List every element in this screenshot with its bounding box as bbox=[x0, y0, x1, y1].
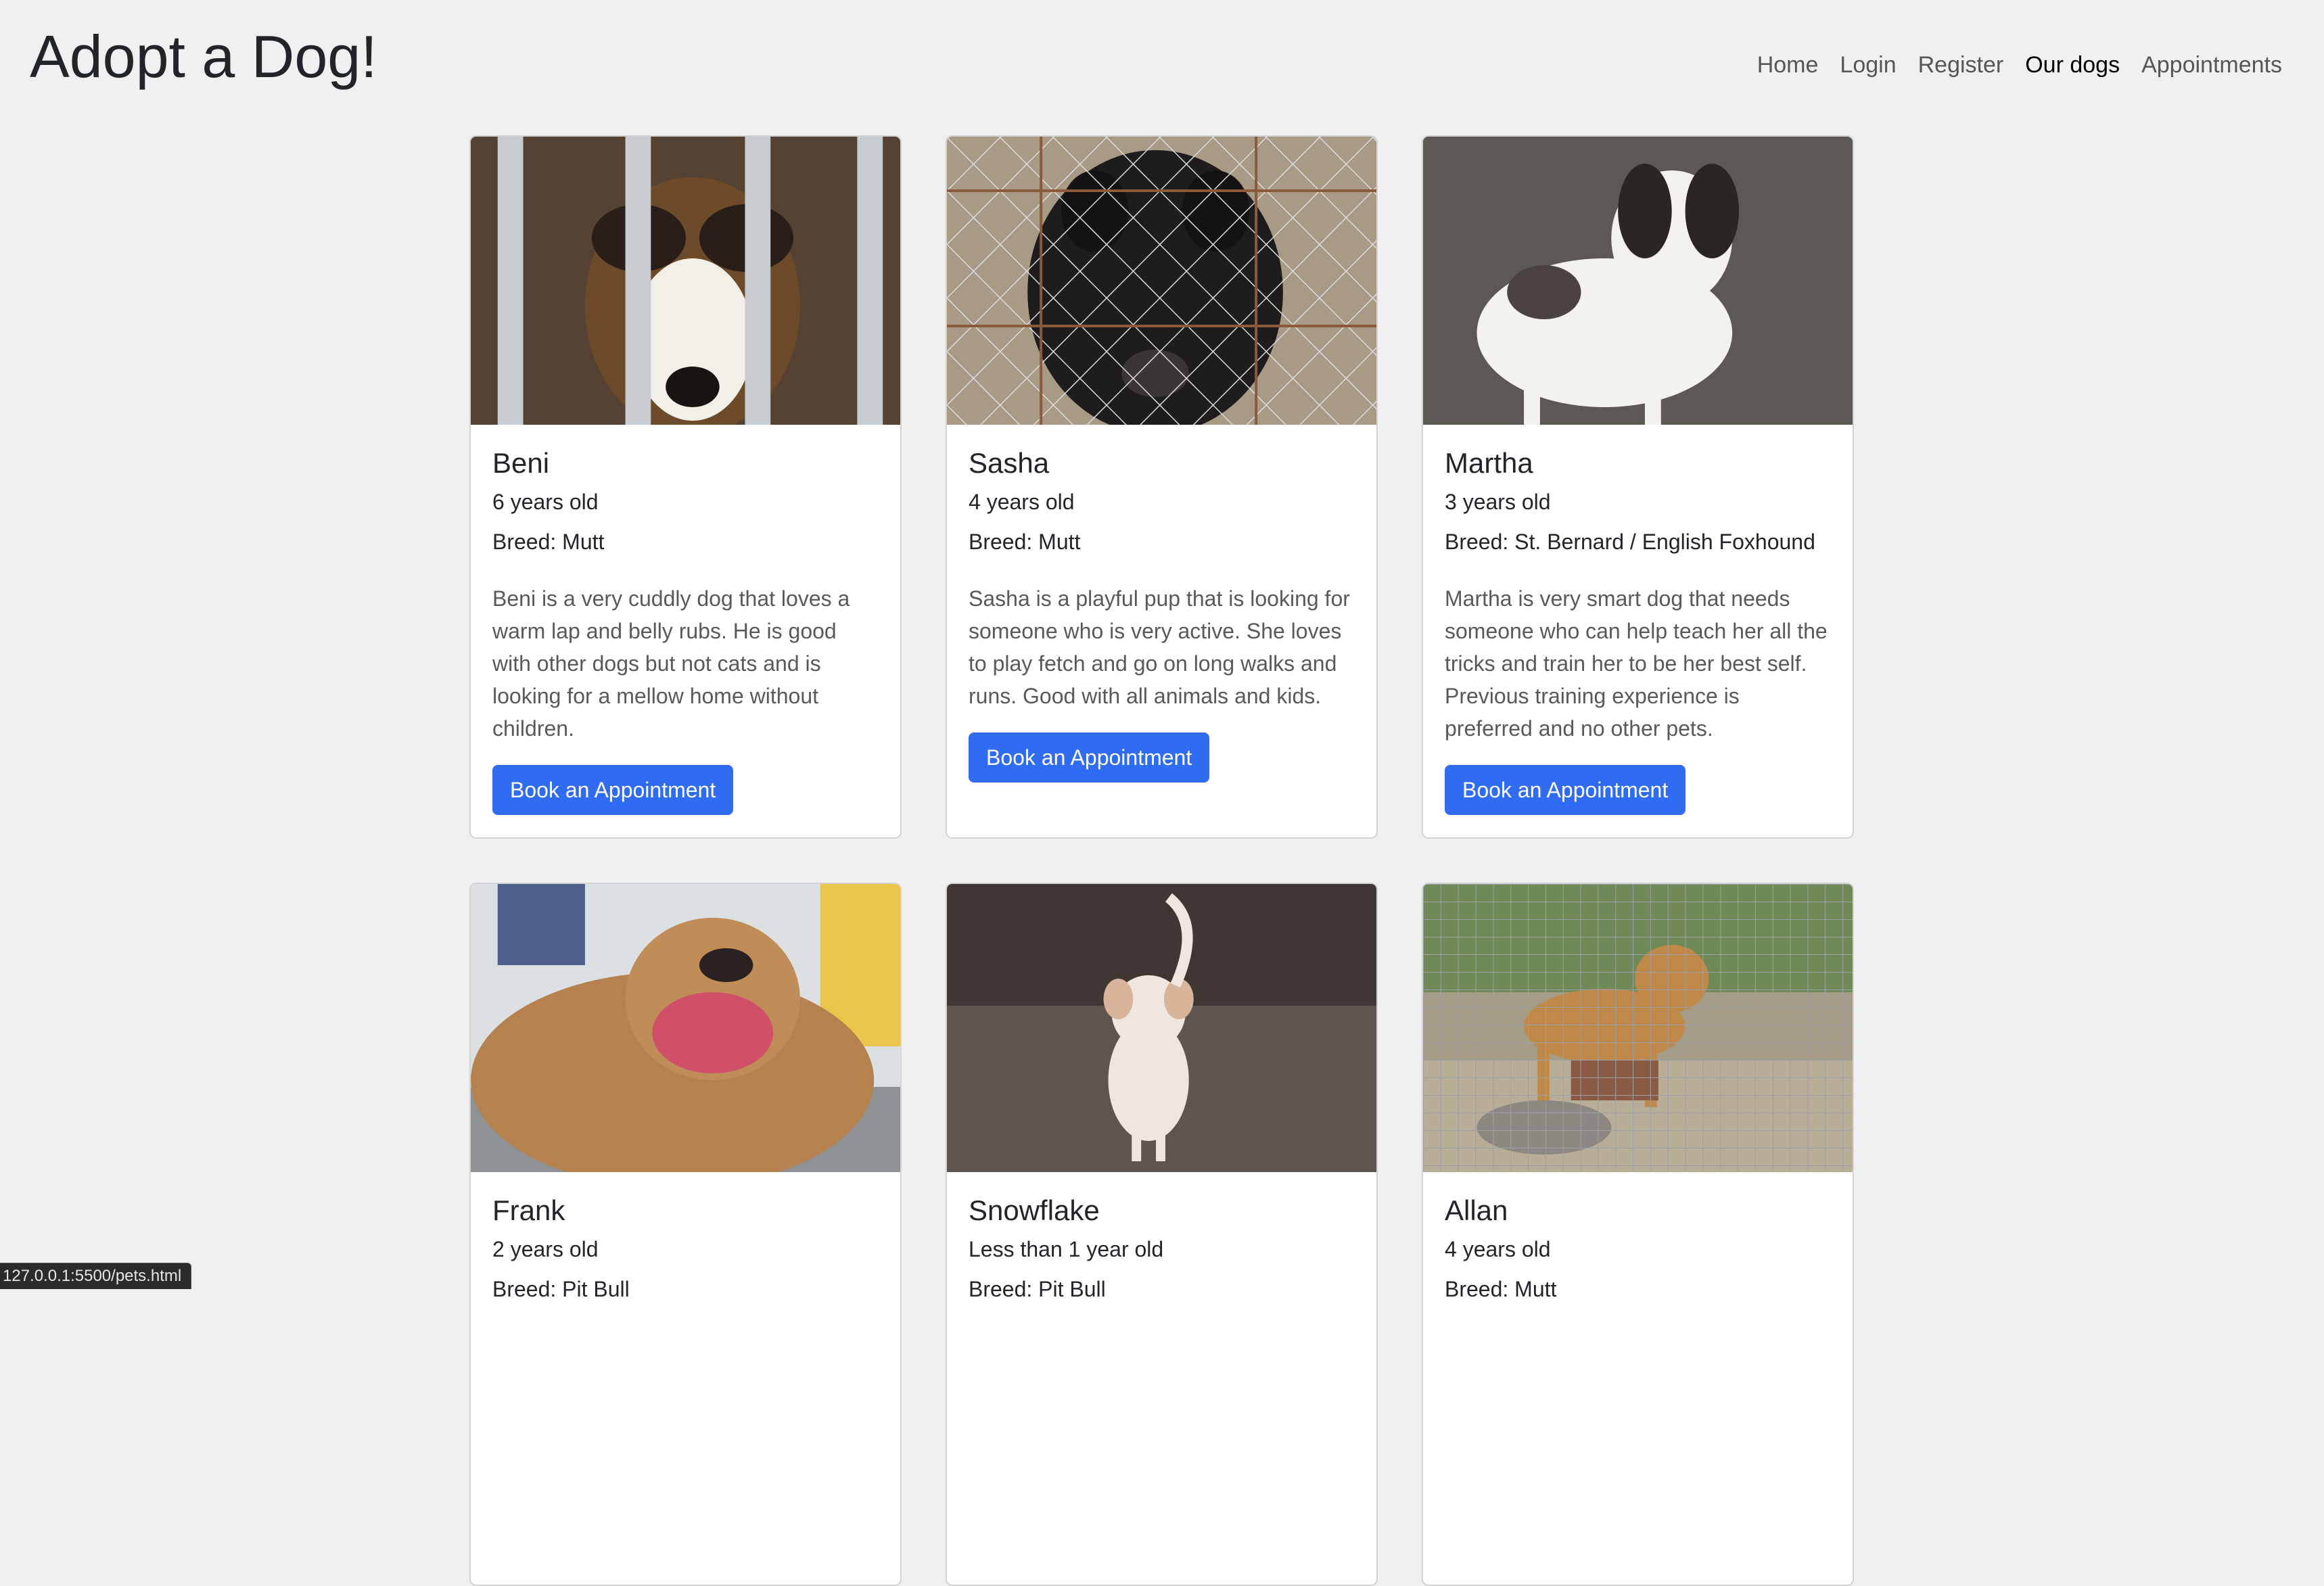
dog-name: Frank bbox=[492, 1194, 565, 1226]
dog-photo bbox=[947, 137, 1376, 425]
dog-breed: Breed: St. Bernard / English Foxhound bbox=[1445, 530, 1815, 554]
dog-description: Sasha is a playful pup that is looking f… bbox=[969, 586, 1350, 708]
nav-our-dogs-link[interactable]: Our dogs bbox=[2025, 49, 2120, 81]
dog-card: Frank 2 years old Breed: Pit Bull bbox=[469, 883, 902, 1586]
dog-age: 2 years old bbox=[492, 1237, 599, 1261]
dog-age: Less than 1 year old bbox=[969, 1237, 1164, 1261]
dog-card: Snowflake Less than 1 year old Breed: Pi… bbox=[946, 883, 1378, 1586]
status-bar-url: 127.0.0.1:5500/pets.html bbox=[0, 1263, 192, 1289]
nav-register-link[interactable]: Register bbox=[1918, 49, 2004, 81]
book-appointment-button[interactable]: Book an Appointment bbox=[1445, 765, 1686, 815]
nav-appointments-link[interactable]: Appointments bbox=[2141, 49, 2282, 81]
dog-card: Allan 4 years old Breed: Mutt bbox=[1422, 883, 1854, 1586]
dog-age: 6 years old bbox=[492, 490, 599, 514]
dog-card: Sasha 4 years old Breed: Mutt Sasha is a… bbox=[946, 135, 1378, 839]
site-title: Adopt a Dog! bbox=[30, 23, 377, 90]
dog-breed: Breed: Mutt bbox=[1445, 1277, 1557, 1301]
dog-age: 4 years old bbox=[1445, 1237, 1551, 1261]
dog-breed: Breed: Pit Bull bbox=[969, 1277, 1106, 1301]
dog-breed: Breed: Mutt bbox=[969, 530, 1081, 554]
dog-photo bbox=[471, 884, 900, 1172]
dog-age: 3 years old bbox=[1445, 490, 1551, 514]
book-appointment-button[interactable]: Book an Appointment bbox=[492, 765, 734, 815]
dog-name: Allan bbox=[1445, 1194, 1508, 1226]
card-body: Allan 4 years old Breed: Mutt bbox=[1423, 1172, 1853, 1336]
card-body: Martha 3 years old Breed: St. Bernard / … bbox=[1423, 425, 1853, 837]
dog-breed: Breed: Pit Bull bbox=[492, 1277, 630, 1301]
dog-breed: Breed: Mutt bbox=[492, 530, 605, 554]
dog-card: Martha 3 years old Breed: St. Bernard / … bbox=[1422, 135, 1854, 839]
dog-card: Beni 6 years old Breed: Mutt Beni is a v… bbox=[469, 135, 902, 839]
card-body: Snowflake Less than 1 year old Breed: Pi… bbox=[947, 1172, 1376, 1336]
dog-name: Martha bbox=[1445, 447, 1533, 479]
main-nav: Home Login Register Our dogs Appointment… bbox=[1757, 49, 2282, 81]
dog-age: 4 years old bbox=[969, 490, 1075, 514]
dog-description: Martha is very smart dog that needs some… bbox=[1445, 586, 1828, 741]
dog-photo bbox=[1423, 884, 1853, 1172]
dog-photo bbox=[1423, 137, 1853, 425]
dog-description: Beni is a very cuddly dog that loves a w… bbox=[492, 586, 850, 741]
nav-login-link[interactable]: Login bbox=[1840, 49, 1896, 81]
card-body: Frank 2 years old Breed: Pit Bull bbox=[471, 1172, 900, 1336]
dog-card-grid: Beni 6 years old Breed: Mutt Beni is a v… bbox=[469, 135, 1856, 1586]
dog-name: Sasha bbox=[969, 447, 1050, 479]
dog-name: Beni bbox=[492, 447, 550, 479]
dog-name: Snowflake bbox=[969, 1194, 1100, 1226]
book-appointment-button[interactable]: Book an Appointment bbox=[969, 732, 1210, 783]
nav-home-link[interactable]: Home bbox=[1757, 49, 1819, 81]
card-body: Beni 6 years old Breed: Mutt Beni is a v… bbox=[471, 425, 900, 837]
card-body: Sasha 4 years old Breed: Mutt Sasha is a… bbox=[947, 425, 1376, 804]
dog-photo bbox=[471, 137, 900, 425]
dog-photo bbox=[947, 884, 1376, 1172]
